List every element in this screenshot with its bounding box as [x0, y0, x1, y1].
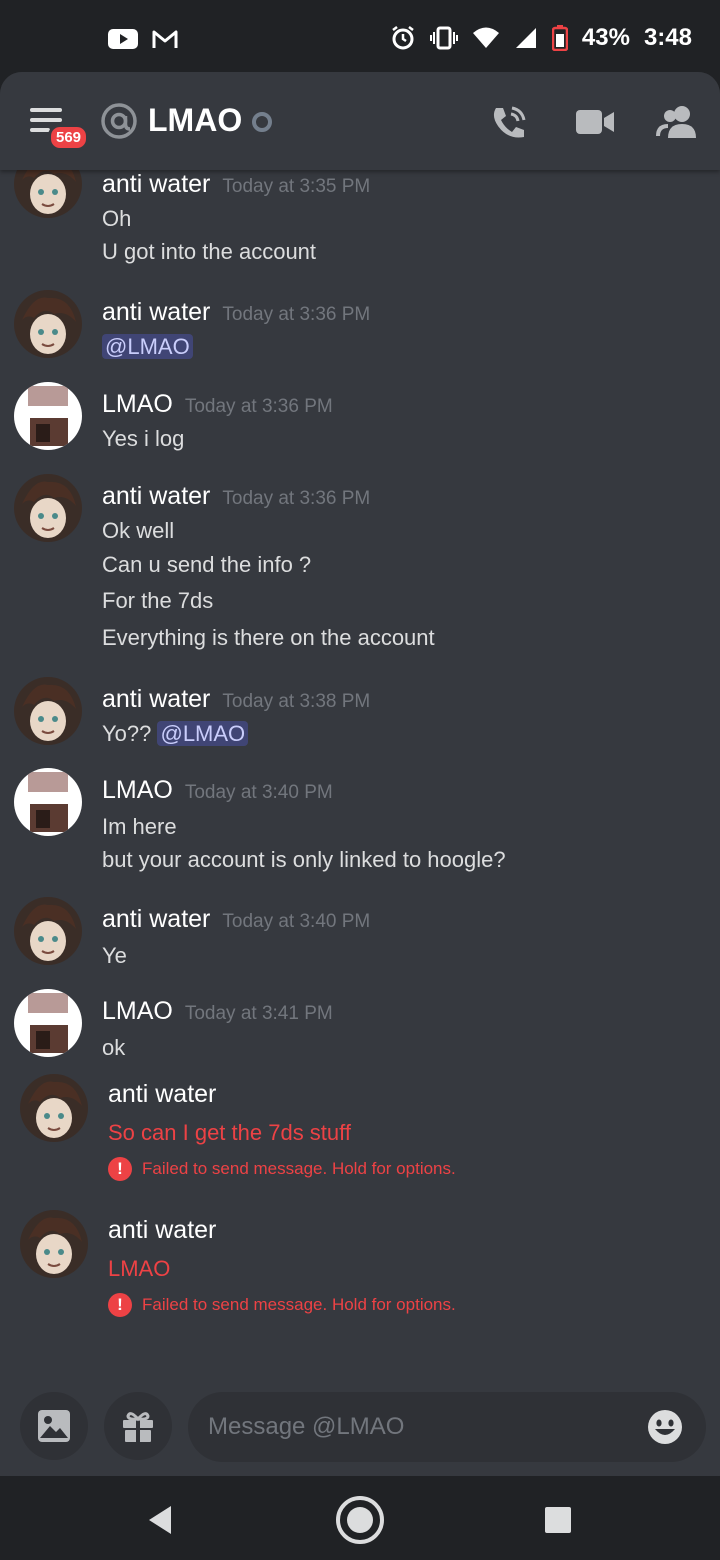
author-name[interactable]: anti water: [102, 170, 210, 199]
message-text: Ye: [102, 943, 127, 968]
alarm-icon: [392, 26, 414, 50]
message-timestamp: Today at 3:40 PM: [184, 782, 333, 803]
avatar-anti-water[interactable]: [20, 1210, 88, 1278]
failed-send-text: Failed to send message. Hold for options…: [142, 1295, 456, 1314]
home-icon: [336, 1496, 384, 1544]
message-list: anti water Today at 3:35 PM Oh U got int…: [0, 150, 720, 1392]
message-text: @LMAO: [102, 334, 193, 360]
message-text: Can u send the info ?: [102, 552, 312, 577]
user-mention[interactable]: @LMAO: [102, 334, 193, 359]
message-text: U got into the account: [102, 239, 317, 264]
video-icon: [576, 110, 614, 134]
author-name[interactable]: anti water: [102, 298, 210, 327]
battery-icon: [551, 25, 568, 51]
wifi-icon: [472, 27, 499, 48]
message-text: Ok well: [102, 518, 175, 543]
avatar-lmao[interactable]: [14, 768, 82, 836]
user-mention[interactable]: @LMAO: [157, 721, 249, 746]
message-input[interactable]: [208, 1392, 628, 1462]
author-name[interactable]: LMAO: [102, 997, 173, 1026]
menu-button[interactable]: 569: [30, 106, 90, 151]
message-timestamp: Today at 3:36 PM: [184, 396, 333, 417]
author-name[interactable]: LMAO: [102, 390, 173, 419]
gift-button[interactable]: [104, 1392, 172, 1460]
message-timestamp: Today at 3:36 PM: [222, 488, 371, 509]
signal-icon: [515, 28, 536, 48]
message-input-container[interactable]: [188, 1392, 706, 1462]
call-button[interactable]: [488, 102, 530, 142]
message-timestamp: Today at 3:36 PM: [222, 304, 371, 325]
channel-header: 569 LMAO: [0, 72, 720, 170]
gmail-icon: [152, 30, 178, 48]
message-text: ok: [102, 1035, 126, 1060]
message-text: Yo?? @LMAO: [102, 721, 249, 747]
clock: 3:48: [643, 24, 692, 51]
members-icon: [656, 106, 696, 138]
avatar-lmao[interactable]: [14, 382, 82, 450]
message-timestamp: Today at 3:41 PM: [184, 1003, 333, 1024]
battery-percent: 43%: [581, 24, 630, 51]
status-bar: 43% 3:48: [0, 0, 720, 80]
message-timestamp: Today at 3:38 PM: [222, 691, 371, 712]
error-icon: !: [108, 1157, 132, 1181]
error-icon: !: [108, 1293, 132, 1317]
message-text: Yes i log: [102, 426, 185, 451]
avatar-lmao[interactable]: [14, 989, 82, 1057]
image-icon: [38, 1410, 70, 1442]
vibrate-icon: [429, 26, 458, 50]
message-text: Oh: [102, 206, 132, 231]
gift-icon: [123, 1412, 153, 1442]
call-icon: [493, 106, 526, 138]
youtube-icon: [108, 29, 138, 49]
message-text: Im here: [102, 814, 177, 839]
message-timestamp: Today at 3:40 PM: [222, 911, 371, 932]
failed-message-text: LMAO: [108, 1256, 171, 1281]
unread-badge: 569: [48, 124, 90, 151]
author-name[interactable]: LMAO: [102, 776, 173, 805]
avatar-anti-water[interactable]: [14, 290, 82, 358]
nav-recents-button[interactable]: [532, 1494, 584, 1546]
system-nav-bar: [0, 1476, 720, 1560]
author-name[interactable]: anti water: [102, 685, 210, 714]
dm-app: 569 LMAO anti water Today at 3:35 PM Oh …: [0, 72, 720, 1476]
message-text-fragment: Yo??: [102, 721, 158, 746]
message-text: but your account is only linked to hoogl…: [102, 847, 506, 872]
failed-send-notice[interactable]: ! Failed to send message. Hold for optio…: [108, 1157, 456, 1181]
avatar-anti-water[interactable]: [14, 897, 82, 965]
author-name[interactable]: anti water: [108, 1080, 216, 1109]
failed-send-notice[interactable]: ! Failed to send message. Hold for optio…: [108, 1293, 456, 1317]
avatar-anti-water[interactable]: [14, 677, 82, 745]
failed-message-text: So can I get the 7ds stuff: [108, 1120, 351, 1145]
message-text: Everything is there on the account: [102, 625, 435, 650]
attach-image-button[interactable]: [20, 1392, 88, 1460]
author-name[interactable]: anti water: [108, 1216, 216, 1245]
nav-back-button[interactable]: [134, 1494, 186, 1546]
avatar-anti-water[interactable]: [20, 1074, 88, 1142]
avatar-anti-water[interactable]: [14, 474, 82, 542]
video-call-button[interactable]: [574, 102, 616, 142]
message-text: For the 7ds: [102, 588, 214, 613]
composer: [0, 1392, 720, 1476]
at-icon: [101, 103, 137, 139]
channel-title: LMAO: [148, 102, 243, 138]
message-timestamp: Today at 3:35 PM: [222, 176, 371, 197]
recents-icon: [545, 1507, 571, 1533]
author-name[interactable]: anti water: [102, 905, 210, 934]
emoji-icon[interactable]: [646, 1408, 684, 1446]
author-name[interactable]: anti water: [102, 482, 210, 511]
back-icon: [149, 1506, 171, 1534]
members-button[interactable]: [656, 102, 698, 142]
failed-send-text: Failed to send message. Hold for options…: [142, 1159, 456, 1178]
nav-home-button[interactable]: [334, 1494, 386, 1546]
status-offline-icon: [252, 112, 272, 132]
